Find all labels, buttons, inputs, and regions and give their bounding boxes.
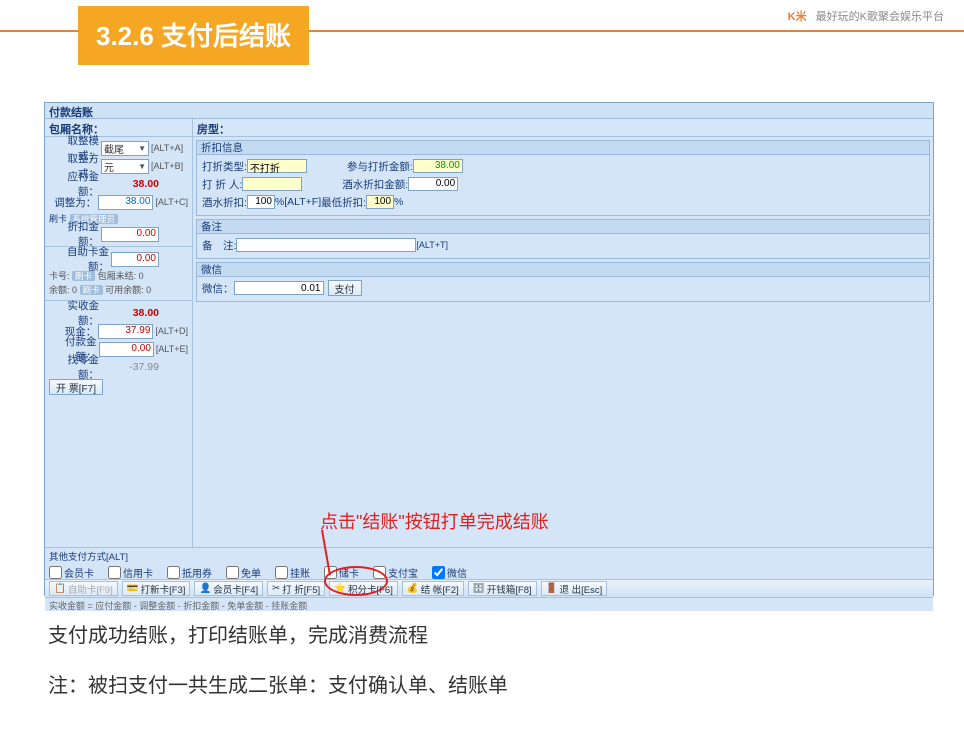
paid-input[interactable]: 0.00: [99, 342, 154, 357]
remark-group-title: 备注: [197, 220, 929, 234]
chevron-down-icon: ▼: [138, 162, 146, 171]
discount-group-title: 折扣信息: [197, 141, 929, 155]
apply-amt-label: 参与打折金额:: [347, 159, 413, 174]
due-value: 38.00: [101, 178, 159, 190]
balance-row: 余额: 0 刷卡 可用余额: 0: [49, 283, 188, 296]
other-pay-checkboxes: 会员卡 信用卡 抵用券 免单 挂账 储卡 支付宝 微信: [49, 565, 929, 580]
brand-slogan: 最好玩的K歌聚会娱乐平台: [816, 11, 944, 23]
discount-button[interactable]: ✂打 折[F5]: [267, 581, 325, 596]
change-label: 找零金额：: [49, 352, 101, 382]
round-way-hint: [ALT+B]: [151, 161, 183, 171]
wechat-group: 微信 微信： 支付: [196, 262, 930, 302]
discount-amt-input[interactable]: 0.00: [101, 227, 159, 242]
discount-person-label: 打 折 人:: [202, 177, 242, 192]
wechat-group-title: 微信: [197, 263, 929, 277]
swipe-button[interactable]: 💳打新卡[F3]: [122, 581, 191, 596]
main-area: 取整模式： 截尾▼ [ALT+A] 取整方式： 元▼ [ALT+B] 应付金额：…: [45, 137, 933, 547]
discount-type-label: 打折类型:: [202, 159, 247, 174]
min-disc-label: 最低折扣:: [321, 195, 366, 210]
wine-disc-input[interactable]: 100: [247, 195, 275, 209]
header-row: 包厢名称： 房型：: [45, 119, 933, 137]
cb-free[interactable]: 免单: [226, 565, 261, 580]
window-titlebar: 付款结账: [45, 103, 933, 119]
selfcard-input[interactable]: 0.00: [111, 252, 159, 267]
bottom-line2: 注：被扫支付一共生成二张单：支付确认单、结账单: [48, 668, 508, 704]
selfcard-button[interactable]: 📋自助卡[F9]: [49, 581, 118, 596]
right-panel: 折扣信息 打折类型: 不打折 参与打折金额: 38.00 打 折 人: 酒水折扣…: [193, 137, 933, 547]
cb-alipay[interactable]: 支付宝: [373, 565, 418, 580]
member-button[interactable]: 👤会员卡[F4]: [194, 581, 263, 596]
remark-hint: [ALT+T]: [416, 240, 448, 250]
discount-person-value: [242, 177, 302, 191]
cb-coupon[interactable]: 抵用券: [167, 565, 212, 580]
chevron-down-icon: ▼: [138, 144, 146, 153]
action-bar: 📋自助卡[F9] 💳打新卡[F3] 👤会员卡[F4] ✂打 折[F5] ⭐积分卡…: [45, 579, 933, 597]
min-disc-value: 100: [366, 195, 394, 209]
invoice-button[interactable]: 开 票[F7]: [49, 379, 103, 395]
status-bar: 实收金额 = 应付金额 - 调整金额 - 折扣金额 - 免单金额 - 挂账金额: [45, 597, 933, 611]
exit-button[interactable]: 🚪退 出[Esc]: [541, 581, 608, 596]
wechat-pay-button[interactable]: 支付: [328, 280, 362, 296]
cb-credit-acc[interactable]: 挂账: [275, 565, 310, 580]
card-no-row: 卡号: 刷卡 包厢未结: 0: [49, 269, 188, 282]
round-way-select[interactable]: 元▼: [101, 159, 149, 174]
wine-disc-hint: %[ALT+F]: [275, 196, 321, 208]
round-mode-hint: [ALT+A]: [151, 143, 183, 153]
wine-amt-input[interactable]: 0.00: [408, 177, 458, 191]
points-button[interactable]: ⭐积分卡[F6]: [329, 581, 398, 596]
cb-credit[interactable]: 信用卡: [108, 565, 153, 580]
change-value: -37.99: [101, 361, 159, 373]
room-type-label: 房型：: [193, 119, 234, 136]
cb-wechat[interactable]: 微信: [432, 565, 467, 580]
adjust-hint: [ALT+C]: [155, 197, 188, 207]
brand-logo: K米: [788, 11, 807, 23]
remark-label: 备 注:: [202, 238, 236, 253]
remark-input[interactable]: [236, 238, 416, 252]
wine-amt-label: 酒水折扣金额:: [342, 177, 408, 192]
round-mode-select[interactable]: 截尾▼: [101, 141, 149, 156]
cash-hint: [ALT+D]: [155, 326, 188, 336]
checkout-button[interactable]: 💰结 帐[F2]: [402, 581, 464, 596]
received-value: 38.00: [101, 307, 159, 319]
remark-group: 备注 备 注: [ALT+T]: [196, 219, 930, 259]
min-disc-unit: %: [394, 196, 403, 208]
apply-amt-value: 38.00: [413, 159, 463, 173]
left-panel: 取整模式： 截尾▼ [ALT+A] 取整方式： 元▼ [ALT+B] 应付金额：…: [45, 137, 193, 547]
wallet-button[interactable]: 🗄开钱箱[F8]: [468, 581, 537, 596]
cb-member[interactable]: 会员卡: [49, 565, 94, 580]
callout-text: 点击"结账"按钮打单完成结账: [320, 508, 549, 534]
discount-group: 折扣信息 打折类型: 不打折 参与打折金额: 38.00 打 折 人: 酒水折扣…: [196, 140, 930, 216]
paid-hint: [ALT+E]: [156, 344, 188, 354]
adjust-input[interactable]: 38.00: [98, 195, 153, 210]
bottom-line1: 支付成功结账，打印结账单，完成消费流程: [48, 618, 508, 654]
top-right: K米 最好玩的K歌聚会娱乐平台: [788, 8, 944, 24]
wechat-label: 微信：: [202, 281, 234, 296]
other-pay-title: 其他支付方式[ALT]: [49, 549, 929, 563]
cash-input[interactable]: 37.99: [98, 324, 153, 339]
adjust-label: 调整为：: [49, 195, 98, 210]
section-title: 3.2.6 支付后结账: [78, 6, 309, 65]
wechat-input[interactable]: [234, 281, 324, 295]
discount-type-value: 不打折: [247, 159, 307, 173]
wine-disc-label: 酒水折扣:: [202, 195, 247, 210]
other-pay-panel: 其他支付方式[ALT] 会员卡 信用卡 抵用券 免单 挂账 储卡 支付宝 微信: [45, 547, 933, 579]
bottom-text: 支付成功结账，打印结账单，完成消费流程 注：被扫支付一共生成二张单：支付确认单、…: [48, 618, 508, 704]
